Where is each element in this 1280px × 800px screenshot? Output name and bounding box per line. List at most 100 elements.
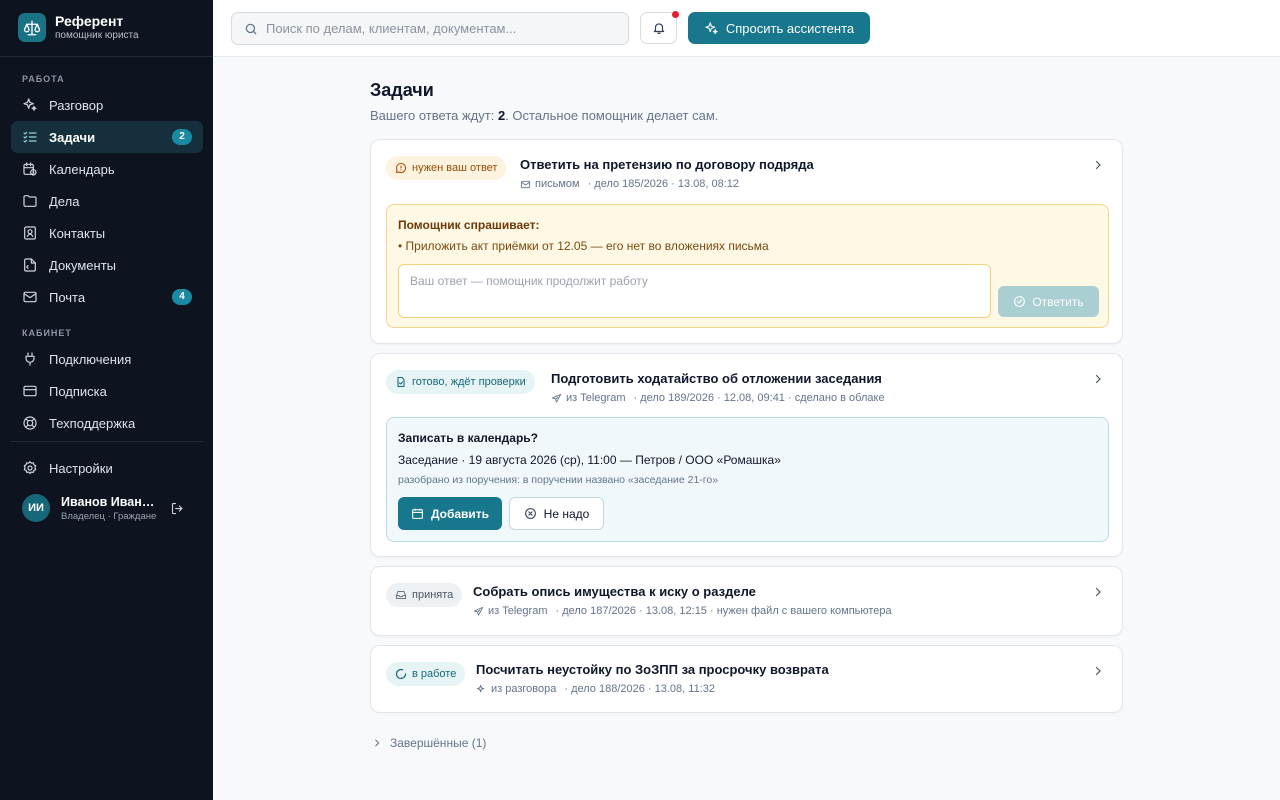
task-details: · дело 189/2026 · 12.08, 09:41 · сделано… (633, 392, 885, 404)
chat-alert-icon (395, 162, 407, 174)
mail-count-badge: 4 (172, 289, 192, 305)
ask-assistant-button[interactable]: Спросить ассистента (688, 12, 870, 44)
inbox-icon (396, 591, 406, 599)
calendar-suggestion-box: Записать в календарь? Заседание · 19 авг… (386, 417, 1109, 542)
sidebar-item-settings[interactable]: Настройки (11, 452, 203, 484)
sidebar: Референт помощник юриста РАБОТА Разговор… (0, 0, 213, 800)
search-box[interactable] (231, 12, 629, 45)
task-title[interactable]: Подготовить ходатайство об отложении зас… (551, 371, 882, 386)
tasks-icon (23, 131, 37, 143)
sidebar-item-label: Настройки (49, 460, 113, 476)
status-badge: принята (386, 583, 463, 607)
section-label-cabinet: КАБИНЕТ (22, 328, 72, 338)
status-label: нужен ваш ответ (412, 162, 498, 174)
logout-button[interactable] (170, 501, 185, 516)
sparkles-icon (476, 684, 485, 692)
sidebar-item-calendar[interactable]: Календарь (11, 153, 203, 185)
brand-subtitle: помощник юриста (55, 30, 139, 41)
tasks-count-badge: 2 (172, 129, 192, 145)
notifications-button[interactable] (640, 11, 679, 44)
task-card[interactable]: в работе Посчитать неустойку по ЗоЗПП за… (370, 645, 1123, 713)
reply-button[interactable]: Ответить (998, 286, 1099, 317)
task-meta: письмом · дело 185/2026 · 13.08, 08:12 (520, 178, 739, 190)
sidebar-item-mail[interactable]: Почта 4 (11, 281, 203, 313)
decline-label: Не надо (543, 506, 590, 521)
telegram-icon (551, 393, 562, 403)
task-title[interactable]: Посчитать неустойку по ЗоЗПП за просрочк… (476, 662, 829, 677)
chevron-right-icon[interactable] (1092, 586, 1104, 598)
task-details: · дело 185/2026 · 13.08, 08:12 (587, 178, 740, 190)
chevron-right-icon[interactable] (1092, 159, 1104, 171)
sidebar-item-label: Почта (49, 289, 86, 305)
sidebar-item-conversation[interactable]: Разговор (11, 89, 203, 121)
section-label-work: РАБОТА (22, 74, 65, 84)
search-input[interactable] (266, 21, 606, 36)
sidebar-item-label: Контакты (49, 225, 106, 241)
lifebuoy-icon (23, 416, 37, 430)
telegram-icon (473, 606, 484, 616)
assistant-question-box: Помощник спрашивает: • Приложить акт при… (386, 204, 1109, 328)
completed-toggle[interactable]: Завершённые (1) (372, 736, 486, 750)
user-profile[interactable]: ИИ Иванов Иван Иванович Владелец · Гражд… (22, 494, 157, 522)
subtitle-prefix: Вашего ответа ждут: (370, 108, 495, 123)
add-to-calendar-button[interactable]: Добавить (398, 497, 502, 530)
task-title[interactable]: Ответить на претензию по договору подряд… (520, 157, 814, 172)
mail-icon (520, 180, 531, 188)
brand-title: Референт (55, 13, 124, 29)
status-badge: в работе (386, 662, 466, 686)
sparkles-icon (23, 98, 37, 111)
task-source: из разговора (491, 683, 557, 695)
notification-dot (672, 11, 679, 18)
sidebar-item-contacts[interactable]: Контакты (11, 217, 203, 249)
task-meta: из Telegram · дело 189/2026 · 12.08, 09:… (551, 392, 885, 404)
gear-icon (23, 461, 37, 475)
chevron-right-icon[interactable] (1092, 665, 1104, 677)
sidebar-divider (11, 441, 203, 442)
status-badge: нужен ваш ответ (386, 156, 507, 180)
chevron-right-icon (375, 739, 380, 747)
sparkles-icon (705, 21, 718, 34)
sidebar-item-label: Техподдержка (49, 415, 136, 431)
task-card[interactable]: готово, ждёт проверки Подготовить ходата… (370, 353, 1123, 557)
sidebar-item-label: Подписка (49, 383, 107, 399)
sidebar-item-documents[interactable]: Документы (11, 249, 203, 281)
question-text: • Приложить акт приёмки от 12.05 — его н… (398, 239, 769, 253)
task-title[interactable]: Собрать опись имущества к иску о разделе (473, 584, 756, 599)
sidebar-item-support[interactable]: Техподдержка (11, 407, 203, 439)
spinner-icon (395, 668, 407, 680)
search-icon (245, 23, 257, 34)
sidebar-item-connections[interactable]: Подключения (11, 343, 203, 375)
brand[interactable]: Референт помощник юриста (18, 13, 139, 42)
sidebar-item-label: Разговор (49, 97, 104, 113)
sidebar-item-label: Дела (49, 193, 80, 209)
task-card[interactable]: нужен ваш ответ Ответить на претензию по… (370, 139, 1123, 344)
status-label: в работе (412, 668, 457, 680)
status-label: готово, ждёт проверки (412, 376, 526, 388)
logout-icon (171, 502, 183, 515)
sidebar-item-cases[interactable]: Дела (11, 185, 203, 217)
decline-button[interactable]: Не надо (509, 497, 604, 530)
task-card[interactable]: принята Собрать опись имущества к иску о… (370, 566, 1123, 636)
sidebar-item-tasks[interactable]: Задачи 2 (11, 121, 203, 153)
task-source: из Telegram (488, 605, 548, 617)
question-heading: Помощник спрашивает: (398, 218, 540, 232)
sidebar-item-subscription[interactable]: Подписка (11, 375, 203, 407)
plug-icon (25, 352, 35, 366)
task-details: · дело 187/2026 · 13.08, 12:15 · нужен ф… (555, 605, 892, 617)
sidebar-item-label: Подключения (49, 351, 132, 367)
calendar-clock-icon (23, 162, 37, 176)
sidebar-item-label: Документы (49, 257, 117, 273)
check-circle-icon (1014, 296, 1026, 307)
status-badge: готово, ждёт проверки (386, 370, 535, 394)
chevron-right-icon[interactable] (1092, 373, 1104, 385)
x-circle-icon (524, 508, 536, 519)
task-source: из Telegram (566, 392, 626, 404)
reply-textarea[interactable] (398, 264, 991, 318)
topbar: Спросить ассистента (213, 0, 1280, 57)
user-role: Владелец · Граждане (61, 510, 157, 522)
calendar-question: Записать в календарь? (398, 431, 539, 445)
subtitle-suffix: . Остальное помощник делает сам. (505, 108, 719, 123)
task-details: · дело 188/2026 · 13.08, 11:32 (564, 683, 715, 695)
folder-icon (23, 195, 37, 207)
status-label: принята (412, 589, 454, 601)
